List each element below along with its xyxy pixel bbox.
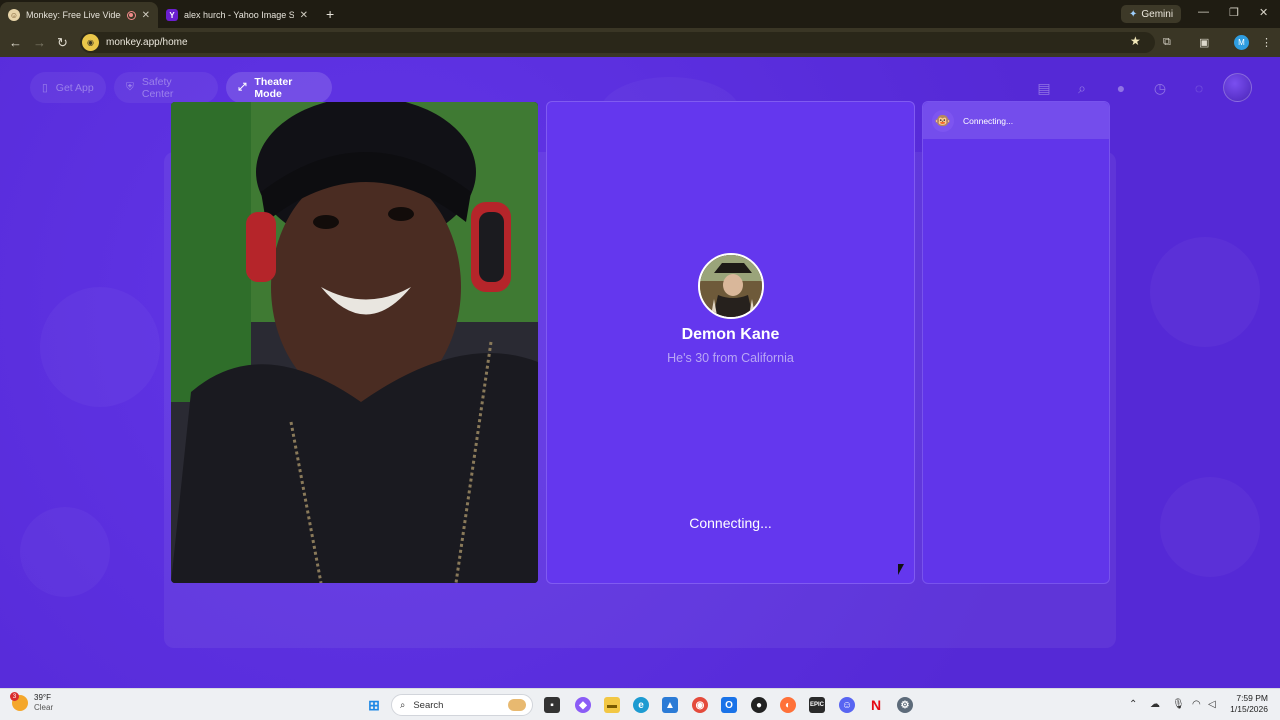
- weather-badge: 3: [10, 692, 19, 701]
- back-arrow-icon[interactable]: ←: [9, 35, 22, 50]
- copilot-icon[interactable]: ◆: [575, 697, 591, 713]
- url-field[interactable]: ◉ monkey.app/home: [80, 32, 1155, 53]
- firefox-icon[interactable]: ◐: [780, 697, 796, 713]
- weather-widget[interactable]: 3 39°F Clear: [10, 692, 54, 713]
- tab-yahoo[interactable]: Y alex hurch - Yahoo Image Searc ✕: [158, 2, 316, 28]
- chat-sidebar-header: 🐵 Connecting...: [923, 102, 1109, 139]
- clock-date: 1/15/2026: [1230, 704, 1268, 714]
- gemini-sparkle-icon: ✦: [1129, 8, 1138, 20]
- self-video-feed: [171, 102, 538, 583]
- discord-icon[interactable]: ☺: [839, 697, 855, 713]
- get-app-button[interactable]: ▯ Get App: [30, 72, 106, 103]
- restore-icon[interactable]: ❐: [1229, 6, 1239, 19]
- url-text: monkey.app/home: [106, 37, 188, 48]
- clock-time: 7:59 PM: [1236, 693, 1268, 703]
- close-window-icon[interactable]: ✕: [1259, 6, 1268, 19]
- chat-sidebar: 🐵 Connecting...: [922, 101, 1110, 584]
- history-icon[interactable]: ◷: [1150, 78, 1170, 98]
- friends-icon[interactable]: ●: [1111, 78, 1131, 98]
- match-name: Demon Kane: [681, 326, 780, 343]
- tab-monkey[interactable]: ☺ Monkey: Free Live Video Ch ✕: [0, 2, 158, 28]
- photos-icon[interactable]: ▲: [662, 697, 678, 713]
- edge-icon[interactable]: e: [633, 697, 649, 713]
- theater-mode-label: Theater Mode: [254, 75, 293, 100]
- profile-avatar[interactable]: M: [1234, 35, 1249, 50]
- epic-games-icon[interactable]: EPIC: [809, 697, 825, 713]
- background-blob: [1160, 477, 1260, 577]
- user-avatar[interactable]: [1223, 73, 1252, 102]
- shop-icon[interactable]: ▤: [1034, 78, 1054, 98]
- tab-bar: ☺ Monkey: Free Live Video Ch ✕ Y alex hu…: [0, 0, 1280, 28]
- onedrive-icon[interactable]: ☁: [1150, 699, 1160, 710]
- safety-center-button[interactable]: ⛨ Safety Center: [114, 72, 218, 103]
- background-blob: [1150, 237, 1260, 347]
- expand-icon: ⤢: [238, 81, 247, 93]
- chrome-icon[interactable]: ◉: [692, 697, 708, 713]
- tab-title: Monkey: Free Live Video Ch: [26, 10, 121, 20]
- minimize-icon[interactable]: —: [1198, 6, 1209, 18]
- yahoo-favicon-icon: Y: [166, 9, 178, 21]
- theater-mode-button[interactable]: ⤢ Theater Mode: [226, 72, 332, 103]
- mouse-cursor-icon: [898, 564, 904, 575]
- menu-dots-icon[interactable]: ⋮: [1261, 36, 1272, 49]
- monkey-icon: 🐵: [932, 109, 954, 132]
- weather-condition: Clear: [34, 703, 54, 712]
- background-blob: [40, 287, 160, 407]
- monkey-favicon-icon: ☺: [8, 9, 20, 21]
- webcam-image: [171, 102, 538, 583]
- taskbar-search[interactable]: ⌕ Search: [391, 694, 533, 716]
- search-icon: ⌕: [400, 699, 406, 711]
- match-photo: [700, 255, 762, 317]
- windows-start-icon[interactable]: ⊞: [366, 697, 382, 713]
- connecting-status: Connecting...: [689, 515, 772, 531]
- outlook-icon[interactable]: O: [721, 697, 737, 713]
- tab-title: alex hurch - Yahoo Image Searc: [184, 10, 294, 20]
- match-avatar[interactable]: [698, 253, 764, 319]
- file-explorer-icon[interactable]: ▬: [604, 697, 620, 713]
- weather-sun-icon: 3: [10, 692, 28, 711]
- shield-icon: ⛨: [126, 81, 134, 93]
- close-tab-icon[interactable]: ✕: [300, 10, 308, 21]
- tray-chevron-icon[interactable]: ⌃: [1129, 699, 1137, 710]
- wifi-icon[interactable]: ◠: [1192, 699, 1201, 710]
- safety-center-label: Safety Center: [141, 75, 174, 100]
- obs-icon[interactable]: ●: [751, 697, 767, 713]
- new-tab-button[interactable]: +: [316, 6, 344, 28]
- taskbar-clock[interactable]: 7:59 PM 1/15/2026: [1224, 693, 1268, 715]
- phone-icon: ▯: [42, 81, 48, 94]
- address-bar: ← → ↻ ◉ monkey.app/home ★ ⧉ ▣ ⋮: [0, 28, 1280, 57]
- search-placeholder: Search: [413, 699, 444, 711]
- get-app-label: Get App: [55, 81, 94, 94]
- chat-icon[interactable]: ◌: [1189, 78, 1209, 98]
- search-highlight-icon: [508, 699, 526, 711]
- netflix-icon[interactable]: N: [868, 697, 884, 713]
- task-view-icon[interactable]: ▪: [544, 697, 560, 713]
- microphone-icon[interactable]: 🎙: [1172, 699, 1185, 710]
- background-blob: [20, 507, 110, 597]
- gemini-button[interactable]: ✦ Gemini: [1121, 5, 1182, 23]
- reload-icon[interactable]: ↻: [57, 35, 68, 51]
- weather-temp: 39°F: [34, 693, 51, 702]
- bookmark-star-icon[interactable]: ★: [1130, 34, 1141, 48]
- match-panel: Demon Kane He's 30 from California Conne…: [546, 101, 915, 584]
- taskbar: 3 39°F Clear ⊞ ⌕ Search ▪ ◆ ▬ e ▲ ◉ O ● …: [0, 688, 1280, 720]
- forward-arrow-icon[interactable]: →: [33, 35, 46, 50]
- sidebar-status: Connecting...: [963, 115, 1014, 126]
- volume-icon[interactable]: ◁: [1208, 699, 1216, 710]
- match-subtitle: He's 30 from California: [667, 351, 794, 365]
- extensions-icon[interactable]: ⧉: [1163, 36, 1171, 49]
- side-panel-icon[interactable]: ▣: [1199, 36, 1209, 49]
- close-tab-icon[interactable]: ✕: [142, 10, 150, 21]
- site-info-icon[interactable]: ◉: [82, 34, 99, 51]
- search-icon[interactable]: ⌕: [1072, 78, 1092, 98]
- settings-gear-icon[interactable]: ⚙: [897, 697, 913, 713]
- gemini-label: Gemini: [1141, 8, 1174, 20]
- recording-icon: [126, 10, 136, 20]
